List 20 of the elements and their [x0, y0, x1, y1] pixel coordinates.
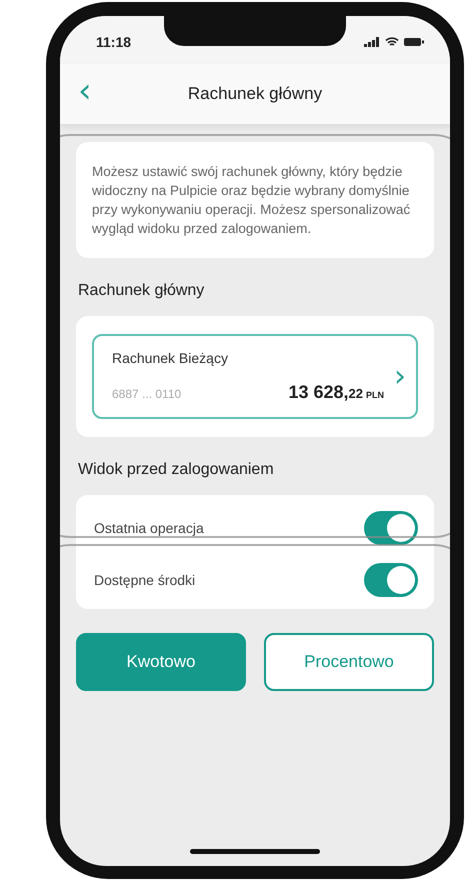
screen-title: Rachunek główny — [188, 84, 322, 104]
toggle-switch[interactable] — [364, 563, 418, 597]
account-balance: 13 628,22 PLN — [288, 382, 384, 403]
section-heading: Rachunek główny — [78, 282, 206, 300]
back-button[interactable]: ‹ — [74, 74, 96, 108]
battery-icon — [404, 37, 424, 47]
mode-button[interactable]: Kwotowo — [76, 633, 246, 691]
chevron-icon: › — [394, 359, 406, 394]
wifi-icon — [385, 37, 399, 47]
status-time: 11:18 — [96, 34, 132, 50]
toggle-switch[interactable] — [364, 511, 418, 545]
mode-button[interactable]: Procentowo — [264, 633, 434, 691]
info-text: Możesz ustawić swój rachunek główny, który będzie widoczny na Pulpicie oraz będzie wybrany domyślnie przy wykonywaniu operacji. Możesz spersonalizować wygląd widoku przed zalogowaniem. — [76, 142, 434, 258]
toggle-label: Dostępne środki — [94, 572, 196, 588]
toggle-label: Ostatnia operacja — [94, 520, 204, 536]
account-selector[interactable]: Rachunek Bieżący 6887 ... 0110 13 628,22 PLN › — [92, 334, 418, 419]
section-heading: Widok przed zalogowaniem — [78, 461, 275, 479]
account-number: 6887 ... 0110 — [112, 387, 182, 401]
account-name: Rachunek Bieżący — [112, 350, 229, 366]
signal-icon — [364, 37, 380, 47]
